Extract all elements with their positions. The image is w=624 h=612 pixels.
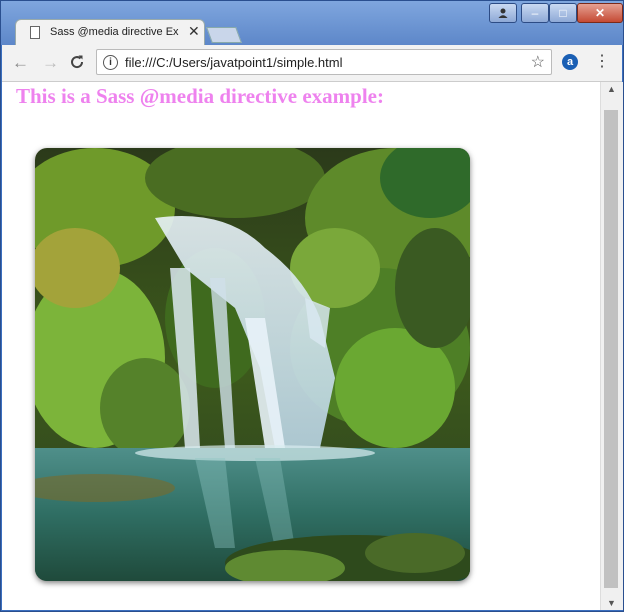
vertical-scrollbar[interactable]: ▲ ▼ — [600, 82, 623, 610]
minimize-button[interactable]: – — [521, 3, 549, 23]
menu-icon[interactable]: ⋮ — [594, 51, 610, 71]
browser-tab[interactable]: Sass @media directive Ex ✕ — [15, 19, 205, 45]
new-tab-button[interactable] — [206, 27, 242, 43]
close-window-button[interactable]: ✕ — [577, 3, 623, 23]
scroll-up-arrow-icon[interactable]: ▲ — [607, 84, 616, 94]
bookmark-star-icon[interactable]: ☆ — [531, 52, 545, 72]
user-profile-button[interactable] — [489, 3, 517, 23]
user-icon — [498, 8, 508, 18]
address-bar[interactable]: i file:///C:/Users/javatpoint1/simple.ht… — [96, 49, 552, 75]
info-icon[interactable]: i — [103, 55, 118, 70]
url-text[interactable]: file:///C:/Users/javatpoint1/simple.html — [125, 55, 342, 70]
browser-window: Sass @media directive Ex ✕ – □ ✕ ← → i f… — [0, 0, 624, 612]
waterfall-image — [35, 148, 470, 581]
maximize-button[interactable]: □ — [549, 3, 577, 23]
tab-title: Sass @media directive Ex — [50, 26, 179, 38]
waterfall-illustration — [35, 148, 470, 581]
back-button[interactable]: ← — [12, 53, 29, 73]
page-heading: This is a Sass @media directive example: — [16, 84, 384, 108]
forward-button[interactable]: → — [42, 53, 59, 73]
extension-icon[interactable]: a — [562, 54, 578, 70]
page-favicon-icon — [30, 26, 40, 39]
scroll-down-arrow-icon[interactable]: ▼ — [607, 598, 616, 608]
tab-close-icon[interactable]: ✕ — [188, 23, 200, 40]
page-content: This is a Sass @media directive example: — [2, 82, 600, 610]
scrollbar-thumb[interactable] — [604, 110, 618, 588]
reload-button[interactable] — [69, 53, 85, 75]
browser-toolbar: ← → i file:///C:/Users/javatpoint1/simpl… — [2, 45, 622, 82]
reload-icon — [71, 55, 84, 69]
title-bar: Sass @media directive Ex ✕ – □ ✕ — [1, 1, 623, 45]
